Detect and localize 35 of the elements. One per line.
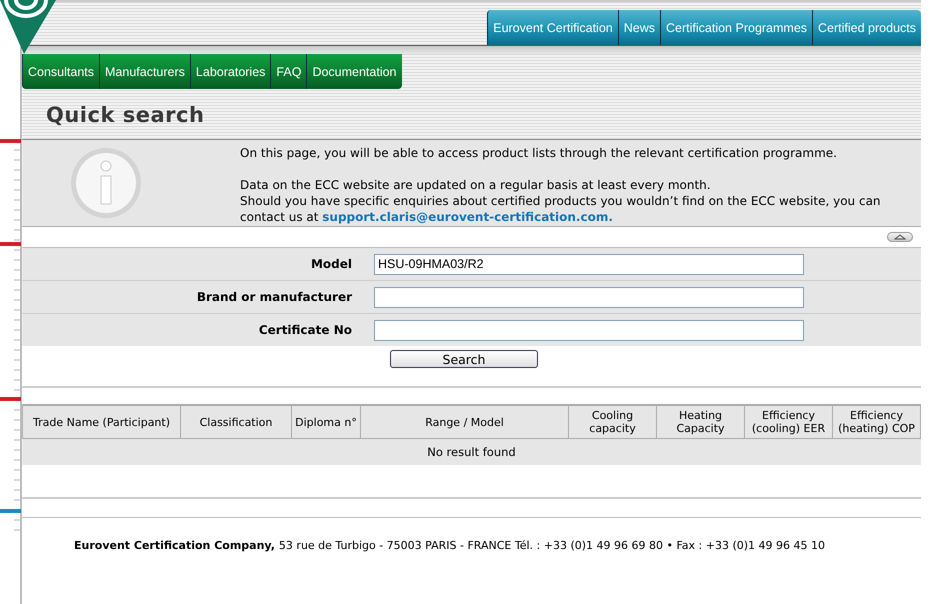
column-header: Classification	[180, 405, 292, 438]
email-link[interactable]: support.claris@eurovent-certification.com.	[322, 210, 613, 224]
column-header: Range / Model	[360, 405, 568, 438]
input-field[interactable]	[374, 286, 804, 308]
column-header: Heating Capacity	[656, 405, 744, 438]
field-label: Model	[310, 257, 353, 271]
column-header: Trade Name (Participant)	[22, 405, 180, 438]
nav-tab[interactable]: Documentation	[306, 54, 402, 89]
search-button[interactable]: Search	[390, 350, 538, 368]
column-header: Diploma n°	[292, 405, 360, 438]
info-text: On this page, you will be able to access product lists through the relevant certification programme.	[240, 145, 838, 161]
column-header: Cooling capacity	[568, 405, 656, 438]
field-label: Brand or manufacturer	[196, 290, 353, 304]
column-header: Efficiency (cooling) EER	[744, 405, 832, 438]
info-icon	[69, 146, 143, 220]
nav-tab[interactable]: Laboratories	[190, 54, 270, 89]
nav-tab[interactable]: Certification Programmes	[660, 10, 812, 45]
info-text: Should you have specific enquiries about certified products you wouldn’t find on the ECC website, you can contact us at support.claris@eurovent-certification.com.	[240, 193, 882, 225]
nav-tab[interactable]: News	[618, 10, 660, 45]
nav-tab[interactable]: Eurovent Certification	[487, 10, 618, 45]
nav-tab[interactable]: Consultants	[22, 54, 100, 89]
company-address: 53 rue de Turbigo - 75003 PARIS - FRANCE Tél. : +33 (0)1 49 96 69 80 • Fax : +33 (0)1 49 96 45 10	[278, 539, 826, 552]
column-header: Efficiency (heating) COP	[832, 405, 920, 438]
info-text: Data on the ECC website are updated on a regular basis at least every month.	[240, 177, 712, 193]
nav-tab[interactable]: Certified products	[812, 10, 921, 45]
empty-message: No result found	[22, 438, 920, 465]
input-field[interactable]: HSU-09HMA03/R2	[374, 254, 804, 274]
collapse-button[interactable]	[887, 232, 913, 242]
field-label: Certificate No	[258, 323, 353, 337]
page-title: Quick search	[46, 102, 204, 126]
nav-tab[interactable]: FAQ	[270, 54, 306, 89]
nav-tab[interactable]: Manufacturers	[99, 54, 190, 89]
company-name: Eurovent Certification Company,	[74, 539, 275, 552]
input-field[interactable]	[374, 320, 804, 340]
caret-icon	[894, 234, 906, 240]
